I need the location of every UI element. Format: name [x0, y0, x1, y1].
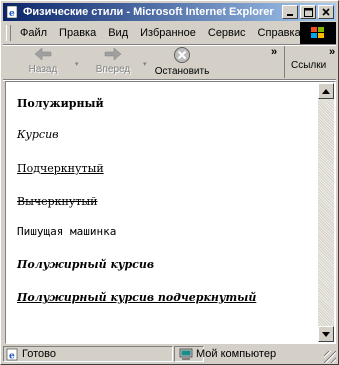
resize-grip-icon[interactable] [324, 351, 336, 363]
back-button[interactable]: Назад [25, 46, 61, 78]
forward-label: Вперед [95, 64, 131, 75]
scroll-up-button[interactable] [318, 83, 334, 99]
text-italic: Курсив [17, 128, 59, 141]
stop-button[interactable]: Остановить [153, 46, 211, 78]
vertical-scrollbar[interactable] [318, 83, 334, 342]
close-button[interactable] [318, 5, 334, 19]
back-dropdown-icon[interactable]: ▾ [75, 60, 79, 68]
links-bar: » Ссылки [284, 46, 337, 78]
minimize-icon [287, 14, 293, 16]
svg-text:e: e [9, 351, 15, 361]
svg-text:e: e [9, 9, 15, 19]
status-zone-panel: Мой компьютер [177, 346, 324, 362]
scroll-down-button[interactable] [318, 326, 334, 342]
text-typewriter: Пишущая машинка [17, 225, 117, 238]
window-title: Физические стили - Microsoft Internet Ex… [23, 6, 274, 18]
maximize-button[interactable] [300, 5, 316, 19]
menu-bar: Файл Правка Вид Избранное Сервис Справка [3, 22, 336, 44]
my-computer-icon [179, 348, 193, 361]
zone-text: Мой компьютер [196, 348, 277, 360]
back-arrow-icon [34, 47, 52, 61]
minimize-button[interactable] [282, 5, 298, 19]
browser-window: e Физические стили - Microsoft Internet … [0, 0, 339, 365]
document-view[interactable]: Полужирный Курсив Подчеркнутый Вычеркнут… [5, 81, 336, 344]
status-bar: e Готово Мой компьютер [3, 345, 336, 363]
standard-toolbar: Назад ▾ Вперед ▾ Остановить » » Ссылки [3, 46, 336, 78]
menu-grip[interactable] [6, 25, 11, 41]
forward-arrow-icon [104, 47, 122, 61]
links-chevron-icon[interactable]: » [329, 46, 335, 58]
ie-page-icon: e [5, 5, 19, 19]
title-bar[interactable]: e Физические стили - Microsoft Internet … [3, 3, 336, 21]
stop-icon [174, 47, 190, 63]
back-label: Назад [28, 64, 58, 75]
toolbar-chevron-icon[interactable]: » [271, 46, 277, 58]
text-underline: Подчеркнутый [17, 162, 104, 175]
menu-file[interactable]: Файл [14, 27, 53, 39]
text-bold-italic: Полужирный курсив [17, 258, 155, 271]
document-body: Полужирный Курсив Подчеркнутый Вычеркнут… [7, 83, 319, 342]
forward-dropdown-icon[interactable]: ▾ [143, 60, 147, 68]
menu-help[interactable]: Справка [252, 27, 307, 39]
stop-label: Остановить [154, 66, 210, 77]
menu-edit[interactable]: Правка [53, 27, 102, 39]
ie-page-icon: e [6, 348, 19, 361]
text-strike: Вычеркнутый [17, 195, 98, 208]
text-bold-italic-underline: Полужирный курсив подчеркнутый [17, 291, 257, 304]
text-bold: Полужирный [17, 97, 104, 110]
links-label[interactable]: Ссылки [291, 60, 326, 71]
status-text: Готово [22, 348, 56, 360]
scroll-down-icon [322, 331, 330, 337]
forward-button[interactable]: Вперед [91, 46, 135, 78]
menu-tools[interactable]: Сервис [202, 27, 252, 39]
close-icon [322, 8, 330, 16]
windows-logo-icon [300, 22, 336, 44]
scroll-up-icon [322, 88, 330, 94]
menu-favorites[interactable]: Избранное [134, 27, 202, 39]
maximize-icon [303, 7, 313, 17]
status-panel: e Готово [3, 346, 173, 362]
menu-view[interactable]: Вид [102, 27, 134, 39]
